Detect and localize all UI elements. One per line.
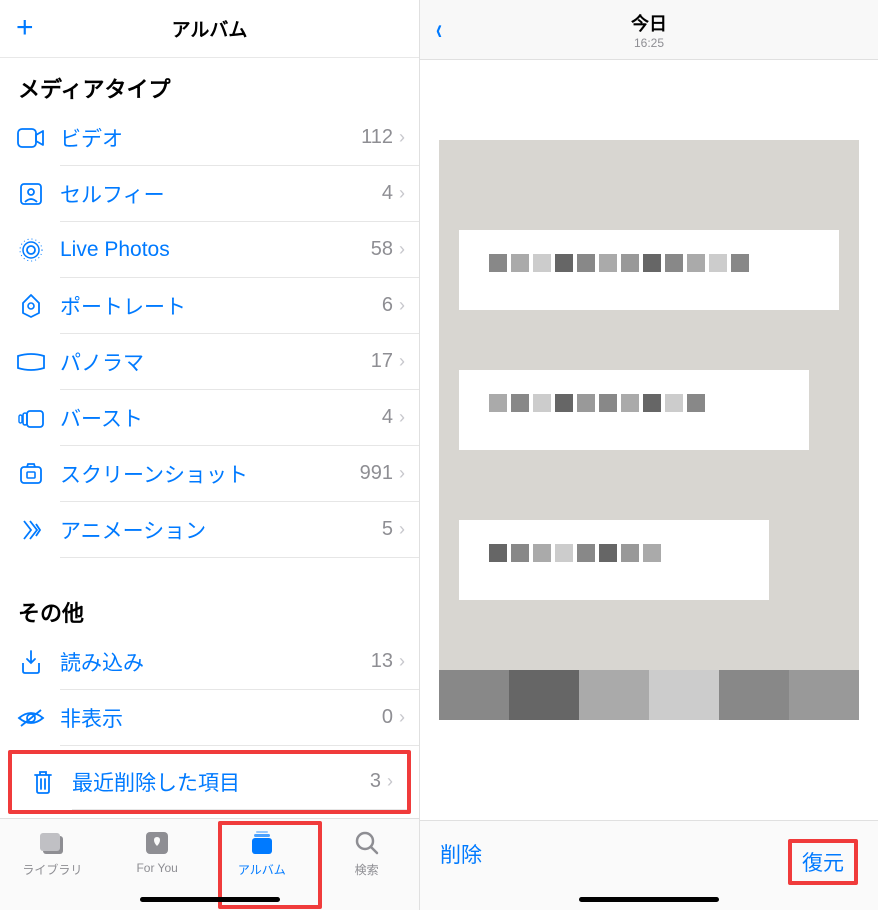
row-count: 6 <box>382 294 393 317</box>
photo-toolbar: 削除 復元 <box>420 820 878 910</box>
import-icon <box>16 647 46 677</box>
recover-button[interactable]: 復元 <box>792 843 854 881</box>
hidden-icon <box>16 703 46 733</box>
panorama-icon <box>16 347 46 377</box>
row-count: 991 <box>360 462 393 485</box>
right-title: 今日 <box>631 10 667 36</box>
row-label: アニメーション <box>60 515 382 545</box>
row-label: 最近削除した項目 <box>72 767 370 797</box>
search-icon <box>352 829 382 857</box>
tab-label: 検索 <box>355 861 379 878</box>
section-header-media: メディアタイプ <box>0 58 419 110</box>
chevron-right-icon: › <box>399 519 405 540</box>
recover-highlight: 復元 <box>788 839 858 885</box>
tab-search[interactable]: 検索 <box>314 829 419 878</box>
row-label: バースト <box>60 403 382 433</box>
row-label: パノラマ <box>60 347 371 377</box>
row-burst[interactable]: バースト 4 › <box>0 390 419 446</box>
row-livephotos[interactable]: Live Photos 58 › <box>0 222 419 278</box>
photo-area <box>420 60 878 820</box>
row-video[interactable]: ビデオ 112 › <box>0 110 419 166</box>
photo-detail-panel: ‹ 今日 16:25 削除 復元 <box>420 0 878 910</box>
left-header: + アルバム <box>0 0 419 58</box>
chevron-right-icon: › <box>399 351 405 372</box>
library-icon <box>37 829 67 857</box>
right-time: 16:25 <box>631 36 667 50</box>
row-count: 5 <box>382 518 393 541</box>
title-block: 今日 16:25 <box>631 10 667 50</box>
livephotos-icon <box>16 235 46 265</box>
header-title: アルバム <box>172 15 248 42</box>
tab-albums-highlight <box>218 821 322 909</box>
chevron-right-icon: › <box>399 183 405 204</box>
row-animation[interactable]: アニメーション 5 › <box>0 502 419 558</box>
add-button[interactable]: + <box>16 11 34 45</box>
tab-label: ライブラリ <box>22 861 82 878</box>
row-screenshot[interactable]: スクリーンショット 991 › <box>0 446 419 502</box>
tab-library[interactable]: ライブラリ <box>0 829 105 878</box>
tab-foryou[interactable]: For You <box>105 829 210 875</box>
row-label: ビデオ <box>60 123 361 153</box>
video-icon <box>16 123 46 153</box>
row-count: 112 <box>361 126 393 149</box>
row-recently-deleted-highlight: 最近削除した項目 3 › <box>8 750 411 814</box>
portrait-icon <box>16 291 46 321</box>
other-section: その他 読み込み 13 › 非表示 0 › 最近削除した項目 3 <box>0 582 419 818</box>
row-count: 4 <box>382 182 393 205</box>
row-portrait[interactable]: ポートレート 6 › <box>0 278 419 334</box>
row-label: セルフィー <box>60 179 382 209</box>
delete-button[interactable]: 削除 <box>440 839 482 869</box>
row-label: 非表示 <box>60 703 382 733</box>
foryou-icon <box>142 829 172 857</box>
row-label: スクリーンショット <box>60 459 360 489</box>
chevron-right-icon: › <box>399 651 405 672</box>
tab-label: For You <box>136 861 177 875</box>
chevron-right-icon: › <box>399 239 405 260</box>
chevron-right-icon: › <box>399 707 405 728</box>
home-indicator[interactable] <box>579 897 719 902</box>
right-header: ‹ 今日 16:25 <box>420 0 878 60</box>
screenshot-icon <box>16 459 46 489</box>
home-indicator[interactable] <box>140 897 280 902</box>
chevron-right-icon: › <box>399 295 405 316</box>
row-label: ポートレート <box>60 291 382 321</box>
burst-icon <box>16 403 46 433</box>
row-count: 4 <box>382 406 393 429</box>
row-count: 3 <box>370 770 381 793</box>
trash-icon <box>28 767 58 797</box>
row-recently-deleted[interactable]: 最近削除した項目 3 › <box>12 754 407 810</box>
row-count: 13 <box>371 650 393 673</box>
row-panorama[interactable]: パノラマ 17 › <box>0 334 419 390</box>
section-header-other: その他 <box>0 582 419 634</box>
back-button[interactable]: ‹ <box>436 13 442 47</box>
chevron-right-icon: › <box>399 463 405 484</box>
row-label: Live Photos <box>60 238 371 262</box>
deleted-photo-preview[interactable] <box>439 140 859 720</box>
media-types-section: メディアタイプ ビデオ 112 › セルフィー 4 › Live Photos … <box>0 58 419 558</box>
animation-icon <box>16 515 46 545</box>
selfie-icon <box>16 179 46 209</box>
row-count: 58 <box>371 238 393 261</box>
row-hidden[interactable]: 非表示 0 › <box>0 690 419 746</box>
row-count: 0 <box>382 706 393 729</box>
chevron-right-icon: › <box>399 407 405 428</box>
row-count: 17 <box>371 350 393 373</box>
albums-panel: + アルバム メディアタイプ ビデオ 112 › セルフィー 4 › Live … <box>0 0 420 910</box>
row-selfie[interactable]: セルフィー 4 › <box>0 166 419 222</box>
row-label: 読み込み <box>60 647 371 677</box>
row-import[interactable]: 読み込み 13 › <box>0 634 419 690</box>
chevron-right-icon: › <box>399 127 405 148</box>
tab-bar: ライブラリ For You アルバム 検索 <box>0 818 419 910</box>
chevron-right-icon: › <box>387 771 393 792</box>
